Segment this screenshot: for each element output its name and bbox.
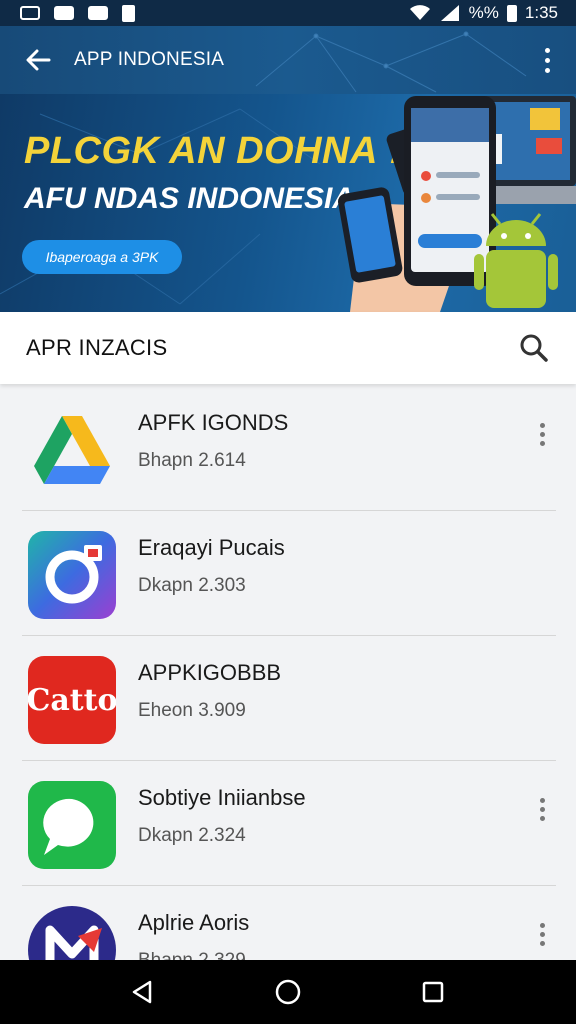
app-version: Eheon 3.909 xyxy=(138,700,246,721)
dot xyxy=(539,922,545,928)
list-item[interactable]: Sobtiye Iniianbse Dkapn 2.324 xyxy=(0,761,576,886)
nav-back-button[interactable] xyxy=(113,962,173,1022)
dot xyxy=(539,931,545,937)
back-button[interactable] xyxy=(12,34,64,86)
dot xyxy=(539,806,545,812)
list-item-text: Eraqayi Pucais Dkapn 2.303 xyxy=(138,535,285,597)
triangle-back-icon xyxy=(132,980,151,1004)
item-menu-button[interactable] xyxy=(530,791,554,827)
circle-arrow-icon xyxy=(28,531,116,619)
app-name: Sobtiye Iniianbse xyxy=(138,785,306,810)
nav-recents-button[interactable] xyxy=(403,962,463,1022)
dot xyxy=(539,422,545,428)
system-nav-bar xyxy=(0,960,576,1024)
app-version: Dkapn 2.324 xyxy=(138,825,246,846)
battery-icon xyxy=(506,4,517,22)
promo-banner[interactable]: PLCGK AN DOHNA 7 AFU NDAS INDONESIA Ibap… xyxy=(0,94,576,312)
section-header: APR INZACIS xyxy=(0,312,576,384)
dot xyxy=(539,431,545,437)
app-version: Bhapn 2.614 xyxy=(138,450,246,471)
banner-cta-button[interactable]: Ibaperoaga a 3PK xyxy=(22,240,182,274)
game-notification-icon xyxy=(88,6,108,20)
clock: 1:35 xyxy=(524,3,558,22)
list-item[interactable]: Catto APPKIGOBBB Eheon 3.909 xyxy=(0,636,576,761)
network-pattern-icon xyxy=(255,31,527,93)
app-bar: APP INDONESIA xyxy=(0,26,576,94)
battery-percent: %% xyxy=(468,3,499,22)
list-item-text: APPKIGOBBB Eheon 3.909 xyxy=(138,660,281,722)
dot xyxy=(544,47,550,53)
phones-illustration-icon xyxy=(338,96,576,312)
message-notification-icon xyxy=(54,6,74,20)
dot xyxy=(539,940,545,946)
square-recents-icon xyxy=(423,981,444,1003)
banner-subheadline: AFU NDAS INDONESIA xyxy=(24,182,355,215)
sd-card-icon xyxy=(122,4,135,22)
wifi-icon xyxy=(409,5,430,20)
item-menu-button[interactable] xyxy=(530,416,554,452)
app-list: APFK IGONDS Bhapn 2.614 Eraqayi Pucais D… xyxy=(0,386,576,1011)
search-icon xyxy=(520,334,548,362)
app-version: Dkapn 2.303 xyxy=(138,575,246,596)
arrow-left-icon xyxy=(26,49,51,71)
app-name: Eraqayi Pucais xyxy=(138,535,285,560)
dot xyxy=(539,815,545,821)
section-title: APR INZACIS xyxy=(26,335,168,360)
signal-icon xyxy=(440,5,459,21)
chat-bubble-icon xyxy=(28,781,116,869)
app-name: Aplrie Aoris xyxy=(138,910,250,935)
dot xyxy=(539,440,545,446)
item-menu-button[interactable] xyxy=(530,916,554,952)
list-item-text: Sobtiye Iniianbse Dkapn 2.324 xyxy=(138,785,306,847)
app-bar-title: APP INDONESIA xyxy=(74,49,225,70)
image-notification-icon xyxy=(20,6,40,20)
overflow-menu-button[interactable] xyxy=(532,40,562,80)
list-item[interactable]: Eraqayi Pucais Dkapn 2.303 xyxy=(0,511,576,636)
dot xyxy=(544,67,550,73)
red-text-logo-icon: Catto xyxy=(28,656,116,744)
list-item-text: APFK IGONDS Bhapn 2.614 xyxy=(138,410,288,472)
status-bar: %% 1:35 xyxy=(0,0,576,26)
search-button[interactable] xyxy=(514,328,554,368)
dot xyxy=(539,797,545,803)
app-name: APFK IGONDS xyxy=(138,410,289,435)
nav-home-button[interactable] xyxy=(258,962,318,1022)
list-item[interactable]: APFK IGONDS Bhapn 2.614 xyxy=(0,386,576,511)
drive-triangle-icon xyxy=(28,406,116,494)
dot xyxy=(544,57,550,63)
circle-home-icon xyxy=(275,979,301,1005)
app-name: APPKIGOBBB xyxy=(138,660,282,685)
app-logo-text: Catto xyxy=(28,682,116,718)
